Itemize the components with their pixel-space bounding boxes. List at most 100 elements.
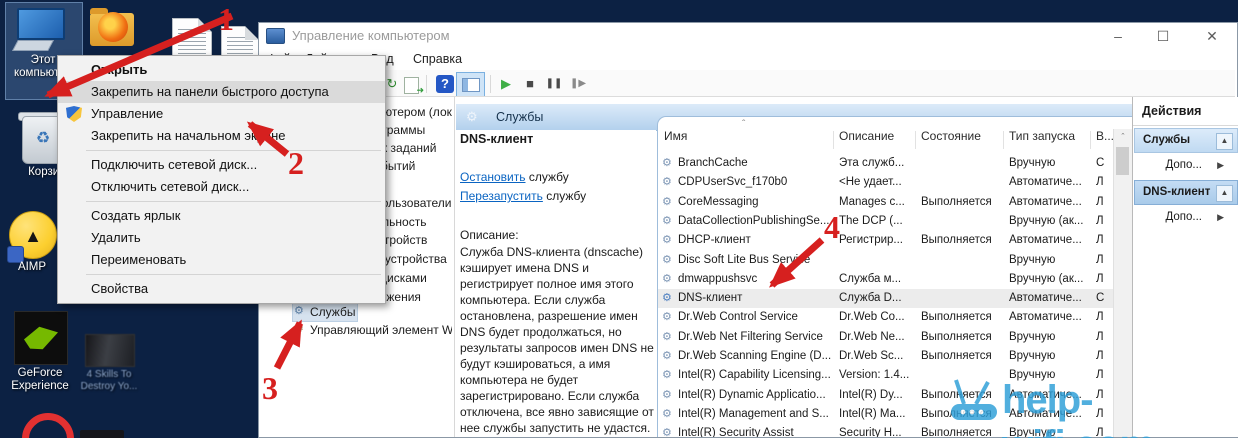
actions-section-dns-client[interactable]: DNS-клиент ▲ [1134,180,1238,205]
service-row[interactable]: ⚙Intel(R) Security AssistSecurity H...Вы… [658,424,1114,437]
nvidia-eye-icon [24,324,58,352]
service-gear-icon: ⚙ [662,292,672,305]
service-row[interactable]: ⚙DHCP-клиентРегистрир...ВыполняетсяАвтом… [658,231,1114,250]
context-manage[interactable]: Управление [58,103,385,125]
column-separator [833,131,834,149]
column-header-description[interactable]: Описание [839,129,894,151]
help-icon[interactable]: ? [436,75,454,93]
menu-help[interactable]: Справка [413,52,462,66]
uac-shield-icon [66,106,82,122]
pane-divider-left[interactable] [454,97,455,437]
service-row[interactable]: ⚙BranchCacheЭта служб...ВручнуюС [658,154,1114,173]
service-row[interactable]: ⚙dmwappushsvcСлужба м...Вручную (ак...Л [658,270,1114,289]
context-pin-quick-access[interactable]: Закрепить на панели быстрого доступа [58,81,385,103]
service-gear-icon: ⚙ [662,427,672,437]
actions-title: Действия [1142,104,1201,118]
minimize-button[interactable]: – [1096,24,1140,48]
service-row[interactable]: ⚙Intel(R) Dynamic Applicatio...Intel(R) … [658,386,1114,405]
stop-service-icon[interactable]: ■ [521,75,539,93]
service-row[interactable]: ⚙Intel(R) Capability Licensing...Version… [658,366,1114,385]
close-button[interactable]: ✕ [1190,24,1234,48]
restart-service-link[interactable]: Перезапустить [460,189,543,203]
tree-item-wmi-control[interactable]: ⚙Управляющий элемент WMI [310,322,452,339]
service-gear-icon: ⚙ [662,311,672,324]
column-header-startup-type[interactable]: Тип запуска [1009,129,1075,151]
restart-service-suffix: службу [543,189,586,203]
aimp-triangle-icon: ▲ [24,226,42,246]
video-thumbnail-icon[interactable] [85,334,135,367]
window-app-icon [266,28,285,44]
context-rename[interactable]: Переименовать [58,249,385,271]
stop-service-link[interactable]: Остановить [460,170,526,184]
maximize-button[interactable]: ☐ [1141,24,1185,48]
service-row-dns-client-selected[interactable]: ⚙DNS-клиентСлужба D...Автоматиче...С [658,289,1114,308]
vertical-scrollbar[interactable]: ˆ [1113,129,1132,437]
show-hide-console-tree-icon[interactable] [456,72,485,97]
service-row[interactable]: ⚙Dr.Web Net Filtering ServiceDr.Web Ne..… [658,328,1114,347]
service-gear-icon: ⚙ [662,215,672,228]
scroll-up-icon[interactable]: ˆ [1114,129,1132,145]
service-row[interactable]: ⚙Dr.Web Scanning Engine (D...Dr.Web Sc..… [658,347,1114,366]
service-gear-icon: ⚙ [662,196,672,209]
opera-icon-partial[interactable] [22,413,74,438]
service-description-text: Служба DNS-клиента (dnscache) кэширует и… [460,244,654,436]
service-row[interactable]: ⚙DataCollectionPublishingSe...The DCP (.… [658,212,1114,231]
collapse-icon[interactable]: ▲ [1216,185,1233,202]
wmi-gear-icon: ⚙ [294,324,306,334]
context-open[interactable]: Открыть [58,59,385,81]
tree-item-services[interactable]: ⚙Службы [310,304,355,321]
actions-more-dns-client[interactable]: Допо...▶ [1134,206,1236,228]
geforce-label: GeForce Experience [0,367,80,393]
service-row[interactable]: ⚙CoreMessagingManages c...ВыполняетсяАвт… [658,193,1114,212]
desktop: Этот компьютер ♻ Корзина ▲ AIMP GeForce … [0,0,1238,438]
menu-bar [259,50,1235,70]
service-row[interactable]: ⚙CDPUserSvc_f170b0<Не удает...Автоматиче… [658,173,1114,192]
start-service-icon[interactable]: ▶ [497,75,515,93]
column-header-status[interactable]: Состояние [921,129,981,151]
actions-more-services[interactable]: Допо...▶ [1134,154,1236,176]
menu-separator [86,150,381,151]
column-header-logon-as[interactable]: В... [1096,129,1114,151]
mini-window-glyph [462,78,480,92]
context-properties[interactable]: Свойства [58,278,385,300]
services-pane-title: Службы [496,104,543,130]
this-pc-keyboard-icon [12,40,54,51]
service-row[interactable]: ⚙Dr.Web Control ServiceDr.Web Co...Выпол… [658,308,1114,327]
service-row[interactable]: ⚙Disc Soft Lite Bus ServiceВручнуюЛ [658,251,1114,270]
actions-divider [1133,125,1238,126]
toolbar-separator-2 [490,75,491,93]
geforce-icon[interactable] [14,311,68,365]
column-separator [1003,131,1004,149]
services-gear-icon: ⚙ [294,306,306,316]
context-pin-start[interactable]: Закрепить на начальном экране [58,125,385,147]
actions-pane: Действия Службы ▲ Допо...▶ DNS-клиент ▲ … [1133,97,1238,437]
video-thumbnail-label: 4 Skills To Destroy Yo... [72,369,146,393]
context-disconnect-network-drive[interactable]: Отключить сетевой диск... [58,176,385,198]
context-map-network-drive[interactable]: Подключить сетевой диск... [58,154,385,176]
service-gear-icon: ⚙ [662,273,672,286]
toolbar-separator [426,75,427,93]
submenu-arrow-icon: ▶ [1217,154,1224,176]
restart-service-icon[interactable]: ❚▶ [569,75,587,93]
this-pc-monitor-icon [17,8,65,40]
menu-separator [86,201,381,202]
menu-separator [86,274,381,275]
sort-ascending-icon: ˆ [742,119,745,130]
service-gear-icon: ⚙ [662,234,672,247]
aimp-label: AIMP [8,261,56,274]
service-gear-icon: ⚙ [662,408,672,421]
export-list-icon[interactable] [404,77,419,94]
service-gear-icon: ⚙ [662,254,672,267]
column-header-name[interactable]: Имя [664,129,687,151]
service-gear-icon: ⚙ [662,331,672,344]
collapse-icon[interactable]: ▲ [1216,133,1233,150]
context-create-shortcut[interactable]: Создать ярлык [58,205,385,227]
actions-section-services[interactable]: Службы ▲ [1134,128,1238,153]
service-row[interactable]: ⚙Intel(R) Management and S...Intel(R) Ma… [658,405,1114,424]
firefox-logo-icon [98,12,128,42]
scrollbar-thumb[interactable] [1116,147,1129,175]
description-title: Описание: [460,228,519,242]
pause-service-icon[interactable]: ❚❚ [545,75,563,93]
context-delete[interactable]: Удалить [58,227,385,249]
context-menu: Открыть Закрепить на панели быстрого дос… [57,55,386,304]
